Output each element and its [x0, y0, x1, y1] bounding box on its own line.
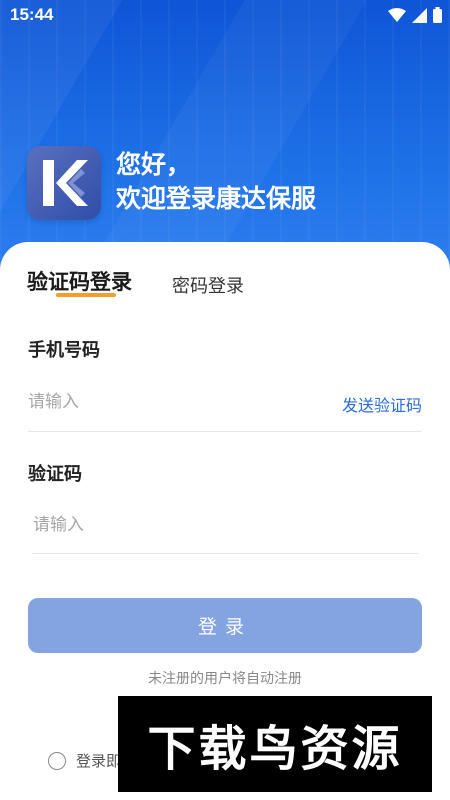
watermark-overlay: 下载鸟资源: [118, 696, 432, 792]
code-input[interactable]: [33, 513, 413, 537]
app-logo: [27, 146, 101, 220]
agreement-checkbox[interactable]: [48, 751, 66, 770]
code-divider: [32, 553, 418, 554]
header-banner: 15:44 您好， 欢迎登录康达保服: [0, 0, 450, 280]
greeting-line-hello: 您好，: [116, 150, 192, 179]
phone-label: 手机号码: [28, 340, 100, 361]
send-code-button[interactable]: 发送验证码: [342, 392, 422, 416]
banner-background-pattern: [0, 0, 450, 280]
login-button[interactable]: 登录: [28, 598, 422, 653]
greeting-line-welcome: 欢迎登录康达保服: [116, 184, 317, 213]
phone-input[interactable]: [28, 390, 318, 414]
agreement-row: 登录即: [48, 750, 121, 771]
auto-register-note: 未注册的用户将自动注册: [148, 671, 302, 687]
tab-code-login[interactable]: 验证码登录: [27, 266, 132, 296]
status-time: 15:44: [10, 5, 54, 24]
status-icons: [388, 7, 442, 23]
tab-password-login[interactable]: 密码登录: [172, 272, 244, 298]
battery-icon: [433, 7, 442, 23]
active-tab-indicator: [56, 293, 116, 297]
phone-divider: [28, 431, 422, 432]
welcome-greeting: 您好， 欢迎登录康达保服: [116, 148, 316, 216]
signal-icon: [412, 7, 427, 23]
code-label: 验证码: [28, 464, 82, 485]
kangda-logo-icon: [43, 160, 88, 206]
agreement-text: 登录即: [76, 752, 122, 770]
status-bar: 15:44: [0, 0, 450, 32]
wifi-icon: [388, 8, 406, 22]
